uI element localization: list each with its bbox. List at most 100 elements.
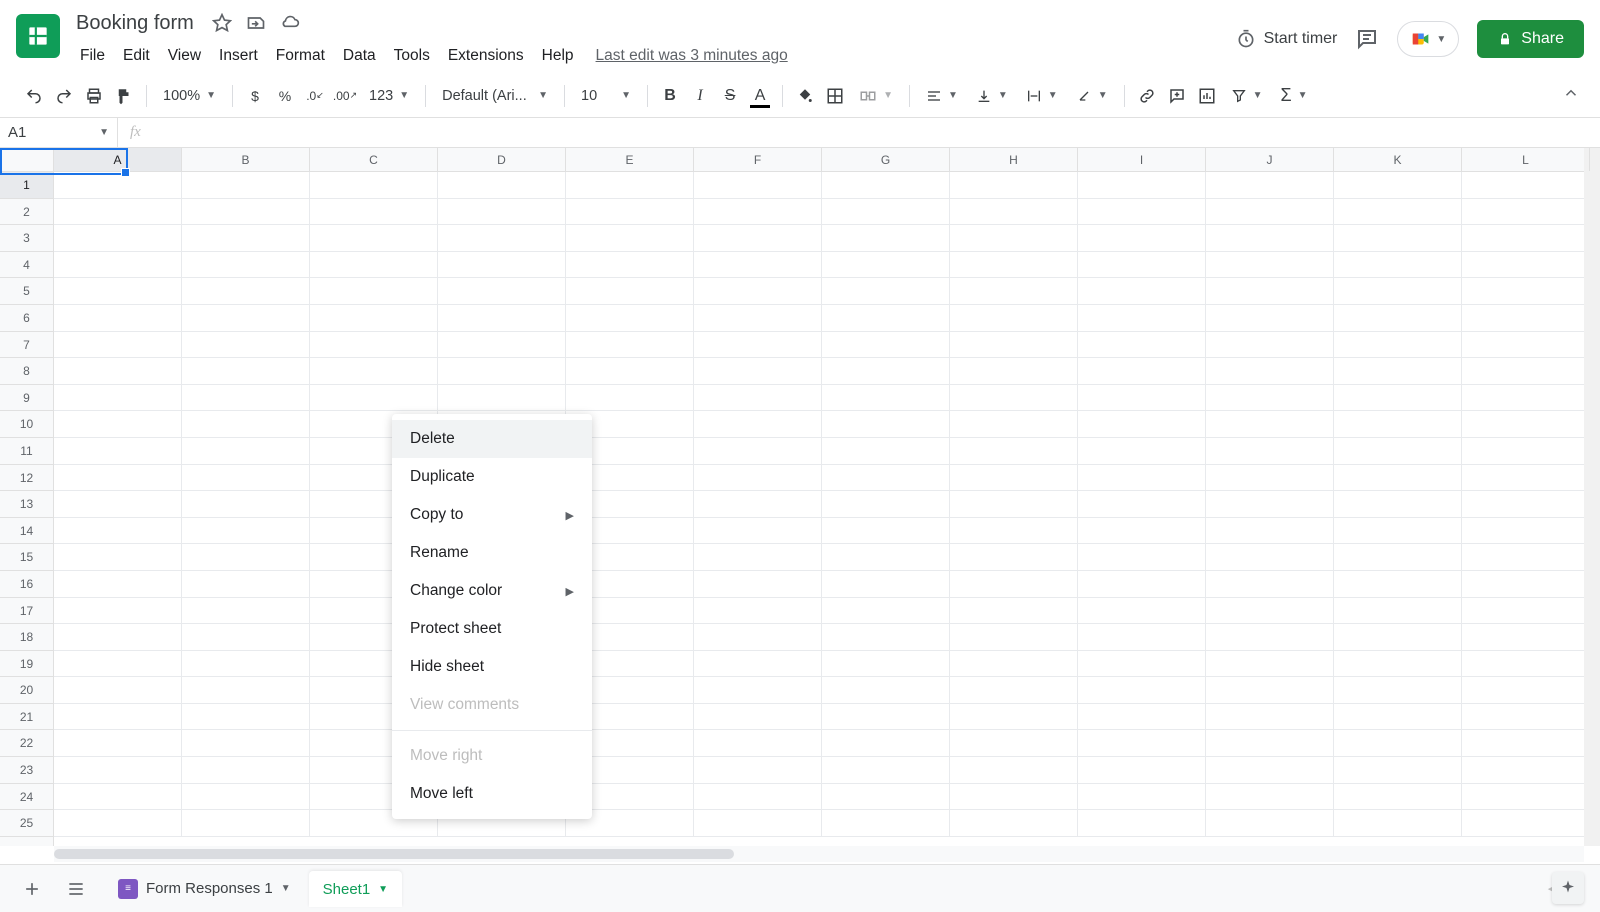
cell-H18[interactable] bbox=[950, 624, 1078, 651]
cell-G7[interactable] bbox=[822, 332, 950, 359]
cell-I3[interactable] bbox=[1078, 225, 1206, 252]
functions-button[interactable]: Σ▼ bbox=[1273, 82, 1316, 110]
cell-K17[interactable] bbox=[1334, 598, 1462, 625]
tab-dropdown-icon[interactable]: ▼ bbox=[281, 883, 291, 894]
cell-F24[interactable] bbox=[694, 784, 822, 811]
row-header-21[interactable]: 21 bbox=[0, 704, 53, 731]
cell-F23[interactable] bbox=[694, 757, 822, 784]
cell-H11[interactable] bbox=[950, 438, 1078, 465]
cell-J25[interactable] bbox=[1206, 810, 1334, 837]
cell-A23[interactable] bbox=[54, 757, 182, 784]
row-header-1[interactable]: 1 bbox=[0, 172, 53, 199]
menu-help[interactable]: Help bbox=[534, 43, 582, 69]
cell-H7[interactable] bbox=[950, 332, 1078, 359]
cell-L1[interactable] bbox=[1462, 172, 1590, 199]
meet-button[interactable]: ▼ bbox=[1397, 21, 1459, 57]
cell-K5[interactable] bbox=[1334, 278, 1462, 305]
cell-I23[interactable] bbox=[1078, 757, 1206, 784]
cell-F21[interactable] bbox=[694, 704, 822, 731]
column-header-E[interactable]: E bbox=[566, 148, 694, 171]
cell-L6[interactable] bbox=[1462, 305, 1590, 332]
row-header-25[interactable]: 25 bbox=[0, 810, 53, 837]
cell-J18[interactable] bbox=[1206, 624, 1334, 651]
cell-C6[interactable] bbox=[310, 305, 438, 332]
cell-L25[interactable] bbox=[1462, 810, 1590, 837]
cell-B24[interactable] bbox=[182, 784, 310, 811]
cell-F11[interactable] bbox=[694, 438, 822, 465]
cell-I9[interactable] bbox=[1078, 385, 1206, 412]
cell-L4[interactable] bbox=[1462, 252, 1590, 279]
row-header-19[interactable]: 19 bbox=[0, 651, 53, 678]
cell-I24[interactable] bbox=[1078, 784, 1206, 811]
cell-I2[interactable] bbox=[1078, 199, 1206, 226]
cell-J5[interactable] bbox=[1206, 278, 1334, 305]
cell-H21[interactable] bbox=[950, 704, 1078, 731]
strikethrough-button[interactable]: S bbox=[716, 82, 744, 110]
collapse-toolbar-button[interactable] bbox=[1562, 84, 1580, 107]
cell-H12[interactable] bbox=[950, 465, 1078, 492]
cell-F10[interactable] bbox=[694, 411, 822, 438]
cell-K20[interactable] bbox=[1334, 677, 1462, 704]
cell-I16[interactable] bbox=[1078, 571, 1206, 598]
cell-J7[interactable] bbox=[1206, 332, 1334, 359]
cell-F15[interactable] bbox=[694, 544, 822, 571]
cell-B1[interactable] bbox=[182, 172, 310, 199]
cell-H6[interactable] bbox=[950, 305, 1078, 332]
cell-H1[interactable] bbox=[950, 172, 1078, 199]
cell-K8[interactable] bbox=[1334, 358, 1462, 385]
cell-L20[interactable] bbox=[1462, 677, 1590, 704]
cell-A16[interactable] bbox=[54, 571, 182, 598]
horizontal-align-button[interactable]: ▼ bbox=[918, 82, 966, 110]
cell-I21[interactable] bbox=[1078, 704, 1206, 731]
bold-button[interactable]: B bbox=[656, 82, 684, 110]
cell-E1[interactable] bbox=[566, 172, 694, 199]
select-all-corner[interactable] bbox=[0, 148, 54, 172]
cell-E5[interactable] bbox=[566, 278, 694, 305]
menu-insert[interactable]: Insert bbox=[211, 43, 266, 69]
cell-H25[interactable] bbox=[950, 810, 1078, 837]
cell-A5[interactable] bbox=[54, 278, 182, 305]
cell-H16[interactable] bbox=[950, 571, 1078, 598]
cell-F22[interactable] bbox=[694, 730, 822, 757]
cell-K19[interactable] bbox=[1334, 651, 1462, 678]
cell-K4[interactable] bbox=[1334, 252, 1462, 279]
redo-button[interactable] bbox=[50, 82, 78, 110]
cell-F12[interactable] bbox=[694, 465, 822, 492]
cell-A17[interactable] bbox=[54, 598, 182, 625]
cell-F6[interactable] bbox=[694, 305, 822, 332]
all-sheets-button[interactable] bbox=[60, 873, 92, 905]
start-timer-button[interactable]: Start timer bbox=[1236, 29, 1338, 49]
context-menu-item-copy-to[interactable]: Copy to▶ bbox=[392, 496, 592, 534]
cell-L17[interactable] bbox=[1462, 598, 1590, 625]
cell-L14[interactable] bbox=[1462, 518, 1590, 545]
cell-K1[interactable] bbox=[1334, 172, 1462, 199]
row-header-10[interactable]: 10 bbox=[0, 411, 53, 438]
cell-H23[interactable] bbox=[950, 757, 1078, 784]
cell-B17[interactable] bbox=[182, 598, 310, 625]
menu-extensions[interactable]: Extensions bbox=[440, 43, 532, 69]
cell-K10[interactable] bbox=[1334, 411, 1462, 438]
cell-K16[interactable] bbox=[1334, 571, 1462, 598]
cell-J23[interactable] bbox=[1206, 757, 1334, 784]
cell-G10[interactable] bbox=[822, 411, 950, 438]
row-header-13[interactable]: 13 bbox=[0, 491, 53, 518]
cell-F25[interactable] bbox=[694, 810, 822, 837]
merge-cells-button[interactable]: ▼ bbox=[851, 82, 901, 110]
cell-E6[interactable] bbox=[566, 305, 694, 332]
cell-A2[interactable] bbox=[54, 199, 182, 226]
cell-H8[interactable] bbox=[950, 358, 1078, 385]
cell-A6[interactable] bbox=[54, 305, 182, 332]
cell-D3[interactable] bbox=[438, 225, 566, 252]
cell-B4[interactable] bbox=[182, 252, 310, 279]
cell-L21[interactable] bbox=[1462, 704, 1590, 731]
cell-H22[interactable] bbox=[950, 730, 1078, 757]
cell-K24[interactable] bbox=[1334, 784, 1462, 811]
cell-F4[interactable] bbox=[694, 252, 822, 279]
add-sheet-button[interactable] bbox=[16, 873, 48, 905]
cell-J20[interactable] bbox=[1206, 677, 1334, 704]
cell-G18[interactable] bbox=[822, 624, 950, 651]
formula-input[interactable] bbox=[153, 118, 1600, 147]
text-wrap-button[interactable]: ▼ bbox=[1018, 82, 1066, 110]
cell-L10[interactable] bbox=[1462, 411, 1590, 438]
column-header-A[interactable]: A bbox=[54, 148, 182, 171]
